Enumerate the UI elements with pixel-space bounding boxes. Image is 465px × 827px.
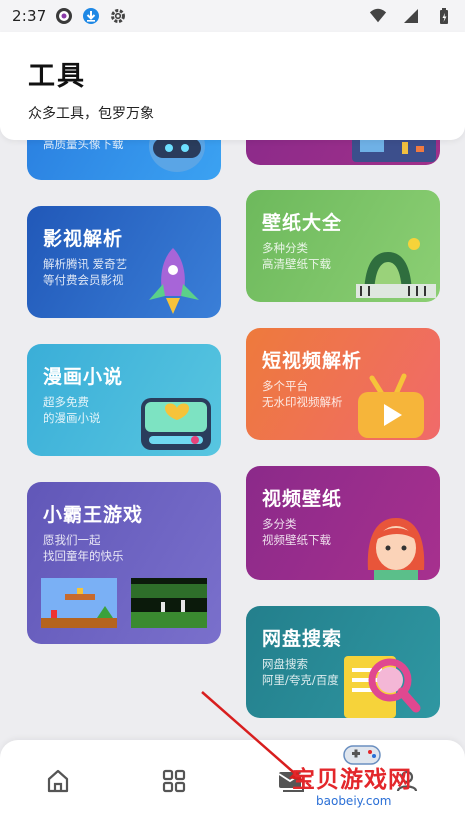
watermark: 宝贝游戏网 baobeiy.com: [290, 738, 440, 823]
watermark-text: 宝贝游戏网: [292, 767, 412, 793]
watermark-url: baobeiy.com: [316, 794, 392, 808]
annotation-arrow: [201, 691, 303, 781]
